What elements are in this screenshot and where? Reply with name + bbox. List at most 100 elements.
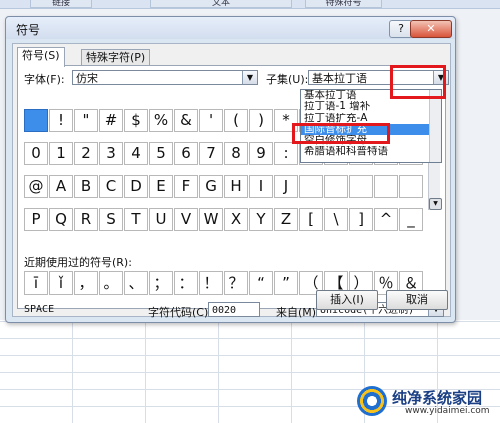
symbol-cell[interactable]: [ xyxy=(299,208,323,231)
symbol-cell[interactable]: # xyxy=(99,109,123,132)
watermark-text: 纯净系统家园 xyxy=(392,389,483,407)
symbol-cell[interactable]: X xyxy=(224,208,248,231)
symbol-cell[interactable]: $ xyxy=(124,109,148,132)
watermark-url: www.yidaimei.com xyxy=(405,406,490,416)
symbol-cell[interactable]: G xyxy=(199,175,223,198)
symbol-cell[interactable]: P xyxy=(24,208,48,231)
chevron-down-icon[interactable]: ▼ xyxy=(242,71,257,84)
char-code-label: 字符代码(C): xyxy=(148,306,212,319)
symbol-cell[interactable]: D xyxy=(124,175,148,198)
symbol-cell[interactable]: Z xyxy=(274,208,298,231)
ribbon-tab-symbol[interactable]: 特殊符号 xyxy=(305,0,382,8)
tab-special-characters[interactable]: 特殊字符(P) xyxy=(81,49,151,66)
symbol-cell[interactable] xyxy=(324,175,348,198)
symbol-cell[interactable] xyxy=(24,109,48,132)
symbol-cell[interactable]: B xyxy=(74,175,98,198)
symbol-cell[interactable]: Q xyxy=(49,208,73,231)
symbol-cell[interactable]: : xyxy=(274,142,298,165)
symbol-cell[interactable]: J xyxy=(274,175,298,198)
symbol-cell[interactable] xyxy=(374,175,398,198)
symbol-cell[interactable]: ^ xyxy=(374,208,398,231)
subset-dropdown-list[interactable]: 基本拉丁语 拉丁语-1 增补 拉丁语扩充-A 国际音标扩充 空白修饰字母 希腊语和科普特语 xyxy=(300,89,442,163)
symbol-cell[interactable]: H xyxy=(224,175,248,198)
symbol-cell[interactable]: T xyxy=(124,208,148,231)
symbol-cell[interactable]: 6 xyxy=(174,142,198,165)
symbol-cell[interactable]: 0 xyxy=(24,142,48,165)
recent-symbol-cell[interactable]: ： xyxy=(174,271,198,295)
dialog-title: 符号 xyxy=(16,23,41,37)
recent-symbol-cell[interactable]: “ xyxy=(249,271,273,295)
symbol-cell[interactable]: " xyxy=(74,109,98,132)
subset-option[interactable]: 基本拉丁语 xyxy=(301,90,441,101)
symbol-cell[interactable]: ' xyxy=(199,109,223,132)
symbol-cell[interactable] xyxy=(299,175,323,198)
char-code-input[interactable]: 0020 xyxy=(208,302,260,317)
symbol-cell[interactable]: U xyxy=(149,208,173,231)
recent-symbols-label: 近期使用过的符号(R): xyxy=(24,256,132,269)
symbol-cell[interactable]: % xyxy=(149,109,173,132)
recent-symbol-cell[interactable]: ？ xyxy=(224,271,248,295)
cancel-button[interactable]: 取消 xyxy=(386,290,448,310)
symbol-cell[interactable]: ) xyxy=(249,109,273,132)
ribbon-tab-text[interactable]: 文本 xyxy=(150,0,292,8)
subset-option[interactable]: 拉丁语-1 增补 xyxy=(301,101,441,112)
symbol-cell[interactable]: ( xyxy=(224,109,248,132)
symbol-cell[interactable]: _ xyxy=(399,208,423,231)
recent-symbol-cell[interactable]: 。 xyxy=(99,271,123,295)
recent-symbol-cell[interactable]: 、 xyxy=(124,271,148,295)
symbol-cell[interactable] xyxy=(349,175,373,198)
symbol-cell[interactable]: E xyxy=(149,175,173,198)
site-logo-icon xyxy=(357,386,387,416)
subset-option[interactable]: 希腊语和科普特语 xyxy=(301,146,441,157)
recent-symbol-cell[interactable]: ； xyxy=(149,271,173,295)
symbol-cell[interactable]: V xyxy=(174,208,198,231)
symbol-cell[interactable]: 3 xyxy=(99,142,123,165)
symbol-cell[interactable]: ] xyxy=(349,208,373,231)
symbol-cell[interactable]: ! xyxy=(49,109,73,132)
symbol-cell[interactable]: 1 xyxy=(49,142,73,165)
tab-symbols[interactable]: 符号(S) xyxy=(17,47,65,67)
subset-option[interactable]: 拉丁语扩充-A xyxy=(301,113,441,124)
close-button[interactable]: ✕ xyxy=(410,20,452,38)
symbol-cell[interactable]: 9 xyxy=(249,142,273,165)
recent-symbol-cell[interactable]: ！ xyxy=(199,271,223,295)
recent-symbol-cell[interactable]: ī xyxy=(24,271,48,295)
dropdown-scrollbar[interactable] xyxy=(429,90,441,162)
symbol-cell[interactable]: * xyxy=(274,109,298,132)
symbol-cell[interactable]: I xyxy=(249,175,273,198)
symbol-dialog: 符号 ? ✕ 符号(S) 特殊字符(P) 字体(F): 仿宋 ▼ 子集(U): … xyxy=(5,16,456,323)
symbol-cell[interactable]: 4 xyxy=(124,142,148,165)
subset-option[interactable]: 国际音标扩充 xyxy=(301,123,441,136)
symbol-cell[interactable]: & xyxy=(174,109,198,132)
recent-symbol-cell[interactable]: ” xyxy=(274,271,298,295)
font-select[interactable]: 仿宋 ▼ xyxy=(72,70,258,85)
ribbon-tab-link[interactable]: 链接 xyxy=(30,0,92,8)
subset-value: 基本拉丁语 xyxy=(312,72,367,85)
symbol-cell[interactable] xyxy=(399,175,423,198)
symbol-cell[interactable]: Y xyxy=(249,208,273,231)
symbol-cell[interactable]: 7 xyxy=(199,142,223,165)
symbol-cell[interactable]: 8 xyxy=(224,142,248,165)
subset-label: 子集(U): xyxy=(266,73,309,86)
subset-select[interactable]: 基本拉丁语 ▼ xyxy=(308,70,449,85)
symbol-cell[interactable]: C xyxy=(99,175,123,198)
symbol-cell[interactable]: R xyxy=(74,208,98,231)
dialog-client: 符号(S) 特殊字符(P) 字体(F): 仿宋 ▼ 子集(U): 基本拉丁语 ▼… xyxy=(12,43,451,319)
recent-symbol-cell[interactable]: ， xyxy=(74,271,98,295)
dialog-titlebar[interactable]: 符号 ? ✕ xyxy=(6,17,455,39)
font-label: 字体(F): xyxy=(24,73,65,86)
insert-button[interactable]: 插入(I) xyxy=(316,290,378,310)
symbol-cell[interactable]: 5 xyxy=(149,142,173,165)
symbol-cell[interactable]: W xyxy=(199,208,223,231)
symbol-cell[interactable]: F xyxy=(174,175,198,198)
char-code-value: 0020 xyxy=(212,305,237,316)
symbol-cell[interactable]: A xyxy=(49,175,73,198)
chevron-down-icon[interactable]: ▼ xyxy=(433,71,448,84)
symbol-cell[interactable]: @ xyxy=(24,175,48,198)
recent-symbol-cell[interactable]: ǐ xyxy=(49,271,73,295)
symbol-cell[interactable]: S xyxy=(99,208,123,231)
symbol-cell[interactable]: \ xyxy=(324,208,348,231)
scroll-down-icon[interactable]: ▼ xyxy=(429,198,442,210)
subset-option[interactable]: 空白修饰字母 xyxy=(301,135,441,146)
symbol-cell[interactable]: 2 xyxy=(74,142,98,165)
